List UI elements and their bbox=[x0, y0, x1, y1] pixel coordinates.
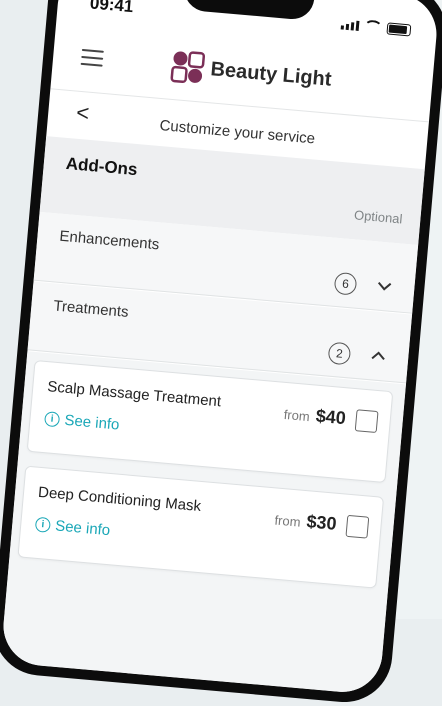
treatments-list: Scalp Massage Treatment i See info from … bbox=[0, 351, 406, 696]
see-info-link[interactable]: i See info bbox=[43, 410, 121, 434]
select-checkbox[interactable] bbox=[345, 514, 370, 539]
phone-screen: 09:41 Beauty Light < Customize your serv… bbox=[0, 0, 440, 696]
phone-frame: 09:41 Beauty Light < Customize your serv… bbox=[0, 0, 442, 706]
price-from: from bbox=[273, 512, 302, 530]
chevron-down-icon[interactable] bbox=[376, 277, 393, 294]
count-badge: 6 bbox=[333, 271, 358, 296]
see-info-text: See info bbox=[54, 517, 111, 540]
brand-logo: Beauty Light bbox=[169, 49, 332, 97]
price-amount: $40 bbox=[314, 405, 347, 429]
info-icon: i bbox=[34, 516, 51, 533]
optional-label: Optional bbox=[353, 207, 404, 227]
service-name: Scalp Massage Treatment bbox=[46, 378, 222, 411]
service-name: Deep Conditioning Mask bbox=[37, 483, 202, 515]
count-badge: 2 bbox=[327, 341, 352, 366]
price-from: from bbox=[283, 406, 311, 425]
addons-title: Add-Ons bbox=[65, 153, 139, 180]
wifi-icon bbox=[363, 19, 383, 35]
select-checkbox[interactable] bbox=[354, 409, 379, 434]
menu-icon[interactable] bbox=[80, 48, 104, 72]
price: from $40 bbox=[283, 403, 347, 429]
service-card: Deep Conditioning Mask i See info from $… bbox=[17, 465, 385, 589]
signal-icon bbox=[340, 19, 360, 31]
price: from $30 bbox=[273, 509, 338, 535]
status-icons bbox=[340, 17, 412, 37]
info-icon: i bbox=[43, 411, 61, 428]
see-info-text: See info bbox=[63, 411, 121, 434]
notch bbox=[182, 0, 316, 21]
section-title: Treatments bbox=[52, 297, 130, 321]
brand-name: Beauty Light bbox=[209, 57, 333, 91]
service-card: Scalp Massage Treatment i See info from … bbox=[26, 359, 394, 483]
status-time: 09:41 bbox=[89, 0, 135, 17]
section-title: Enhancements bbox=[58, 227, 161, 254]
battery-icon bbox=[386, 22, 412, 37]
see-info-link[interactable]: i See info bbox=[34, 516, 111, 540]
chevron-up-icon[interactable] bbox=[370, 347, 387, 364]
logo-icon bbox=[170, 51, 206, 84]
price-amount: $30 bbox=[305, 511, 338, 534]
